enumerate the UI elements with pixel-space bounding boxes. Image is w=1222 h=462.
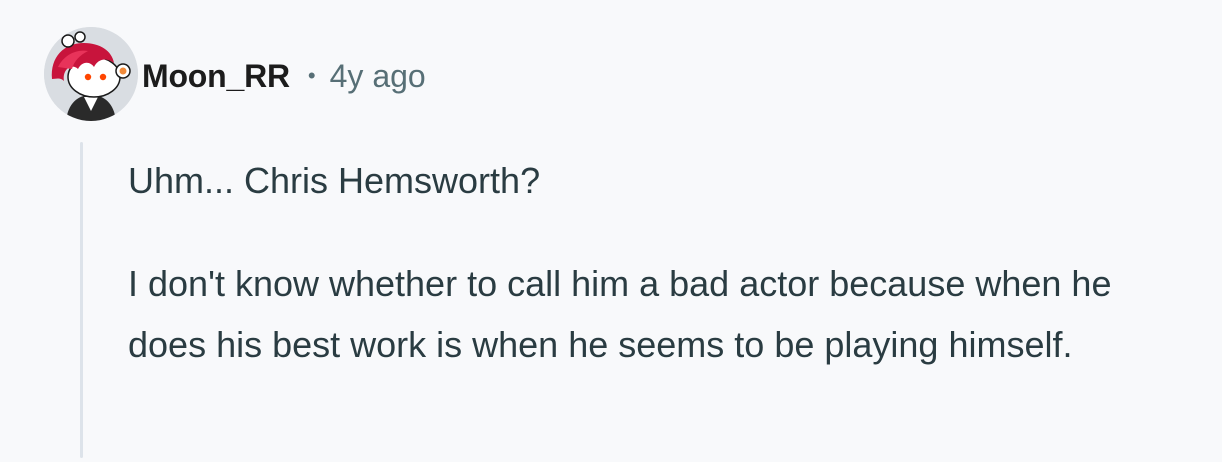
- thread-line[interactable]: [80, 142, 83, 458]
- meta-separator: •: [307, 63, 316, 88]
- user-avatar-icon[interactable]: [44, 27, 138, 121]
- comment-paragraph: I don't know whether to call him a bad a…: [128, 263, 1112, 365]
- comment-body: Uhm... Chris Hemsworth? I don't know whe…: [128, 150, 1188, 375]
- comment-paragraph: Uhm... Chris Hemsworth?: [128, 160, 541, 201]
- username-link[interactable]: Moon_RR: [142, 58, 290, 95]
- comment-timestamp[interactable]: 4y ago: [330, 58, 426, 95]
- comment-meta: Moon_RR • 4y ago: [142, 52, 426, 100]
- comment: Moon_RR • 4y ago Uhm... Chris Hemsworth?…: [0, 0, 1222, 462]
